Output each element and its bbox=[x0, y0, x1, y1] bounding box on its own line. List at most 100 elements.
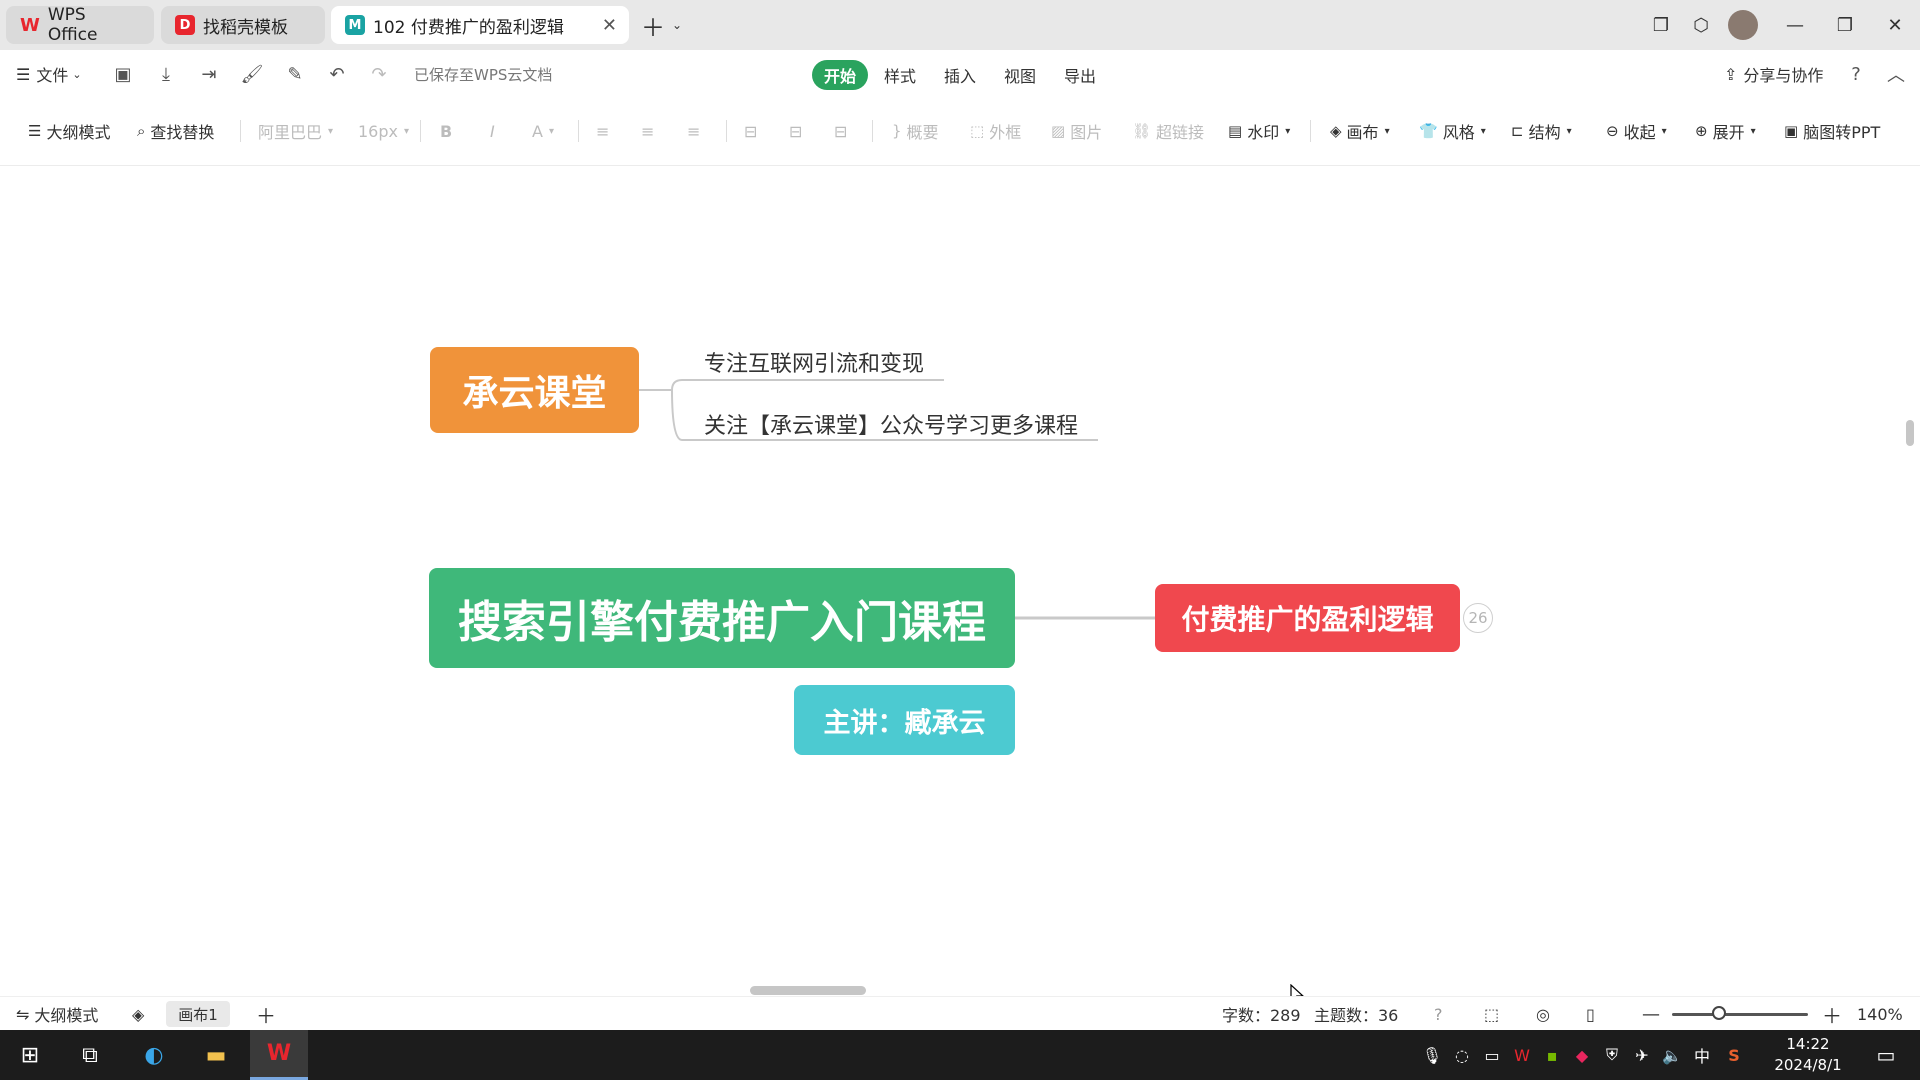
close-tab-icon[interactable]: ✕ bbox=[602, 15, 617, 36]
font-size-select[interactable]: 16px ▾ bbox=[358, 118, 409, 144]
font-size-value: 16px bbox=[358, 121, 398, 141]
security-shield-icon[interactable]: ⛨ bbox=[1600, 1030, 1624, 1080]
tray-app-icon[interactable]: ◌ bbox=[1450, 1030, 1474, 1080]
image-button[interactable]: ▨ 图片 bbox=[1051, 118, 1102, 144]
wps-taskbar-icon[interactable]: W bbox=[250, 1030, 308, 1080]
microphone-icon[interactable]: 🎙 bbox=[1420, 1030, 1444, 1080]
edge-browser-icon[interactable]: ◐ bbox=[128, 1030, 180, 1080]
undo-icon[interactable]: ↶ bbox=[325, 62, 349, 86]
mindmap-canvas[interactable]: 承云课堂 专注互联网引流和变现 关注【承云课堂】公众号学习更多课程 搜索引擎付费… bbox=[0, 166, 1920, 1005]
pen-icon[interactable]: ✎ bbox=[283, 62, 307, 86]
select-mode-icon[interactable]: ⬚ bbox=[1484, 997, 1499, 1031]
outline-mode-toggle[interactable]: ⇋ 大纲模式 bbox=[16, 997, 98, 1031]
save-icon[interactable]: ▣ bbox=[111, 62, 135, 86]
cube-icon[interactable]: ⬡ bbox=[1678, 0, 1724, 50]
collapse-button[interactable]: ⊖ 收起 ▾ bbox=[1606, 118, 1667, 144]
outline-mode-button[interactable]: ☰ 大纲模式 bbox=[28, 118, 110, 144]
find-replace-button[interactable]: ⌕ 查找替换 bbox=[137, 118, 214, 144]
help-icon[interactable]: ? bbox=[1844, 62, 1868, 86]
hyperlink-button[interactable]: ⛓ 超链接 bbox=[1132, 118, 1204, 144]
notification-icon[interactable]: ▭ bbox=[1866, 1030, 1906, 1080]
sheet-tab-canvas1[interactable]: 画布1 bbox=[166, 1001, 230, 1027]
locate-icon[interactable]: ◎ bbox=[1536, 997, 1550, 1031]
wps-tray-icon[interactable]: W bbox=[1510, 1030, 1534, 1080]
minimize-icon[interactable]: — bbox=[1772, 0, 1818, 50]
divider bbox=[1310, 120, 1311, 142]
parent-topic-icon[interactable]: ⊟ bbox=[834, 118, 847, 144]
file-explorer-icon[interactable]: ▬ bbox=[190, 1030, 242, 1080]
sogou-ime-icon[interactable]: S bbox=[1722, 1030, 1746, 1080]
avatar[interactable] bbox=[1720, 0, 1766, 50]
volume-icon[interactable]: 🔈 bbox=[1660, 1030, 1684, 1080]
ime-indicator[interactable]: 中 bbox=[1690, 1030, 1714, 1080]
tray-red-icon[interactable]: ◆ bbox=[1570, 1030, 1594, 1080]
sibling-topic-icon[interactable]: ⊟ bbox=[789, 118, 802, 144]
child-topic-icon[interactable]: ⊟ bbox=[744, 118, 757, 144]
zoom-in-icon[interactable]: ＋ bbox=[1822, 997, 1842, 1031]
task-view-icon[interactable]: ⧉ bbox=[64, 1030, 116, 1080]
structure-label: 结构 bbox=[1528, 123, 1561, 142]
tab-insert[interactable]: 插入 bbox=[932, 60, 988, 90]
network-icon[interactable]: ✈ bbox=[1630, 1030, 1654, 1080]
italic-button[interactable]: I bbox=[490, 118, 495, 144]
layers-icon[interactable]: ◈ bbox=[132, 997, 144, 1031]
zoom-out-icon[interactable]: — bbox=[1642, 997, 1660, 1031]
root-topic-node[interactable]: 搜索引擎付费推广入门课程 bbox=[429, 568, 1015, 668]
redo-icon[interactable]: ↷ bbox=[367, 62, 391, 86]
system-clock[interactable]: 14:22 2024/8/1 bbox=[1760, 1034, 1856, 1076]
windows-start-icon[interactable]: ⊞ bbox=[4, 1030, 56, 1080]
shirt-icon: 👕 bbox=[1419, 122, 1438, 140]
branch-topic-node[interactable]: 付费推广的盈利逻辑 bbox=[1155, 584, 1460, 652]
zoom-slider-handle[interactable] bbox=[1712, 1006, 1726, 1020]
frame-button[interactable]: ⬚ 外框 bbox=[970, 118, 1021, 144]
tab-export[interactable]: 导出 bbox=[1052, 60, 1108, 90]
file-menu[interactable]: ☰ 文件 ⌄ bbox=[16, 50, 82, 98]
display-icon[interactable]: ▭ bbox=[1480, 1030, 1504, 1080]
font-select[interactable]: 阿里巴巴 ▾ bbox=[258, 118, 333, 144]
zoom-slider[interactable] bbox=[1672, 1013, 1808, 1016]
tab-mindmap-doc[interactable]: M 102 付费推广的盈利逻辑 ✕ bbox=[331, 6, 629, 44]
canvas-button[interactable]: ◈ 画布 ▾ bbox=[1330, 118, 1390, 144]
structure-button[interactable]: ⊏ 结构 ▾ bbox=[1511, 118, 1572, 144]
tab-wps-office[interactable]: W WPS Office bbox=[6, 5, 154, 45]
find-replace-label: 查找替换 bbox=[150, 123, 215, 142]
expand-button[interactable]: ⊕ 展开 ▾ bbox=[1695, 118, 1756, 144]
mindmap-to-ppt-button[interactable]: ▣ 脑图转PPT bbox=[1784, 118, 1880, 144]
format-painter-icon[interactable]: 🖌 bbox=[240, 62, 264, 86]
restore-icon[interactable]: ❐ bbox=[1822, 0, 1868, 50]
close-window-icon[interactable]: ✕ bbox=[1872, 0, 1918, 50]
download-icon[interactable]: ⤓ bbox=[154, 62, 178, 86]
collapsed-count-badge[interactable]: 26 bbox=[1463, 603, 1493, 633]
align-right-icon[interactable]: ≡ bbox=[687, 118, 700, 144]
share-button[interactable]: ⇪ 分享与协作 bbox=[1724, 50, 1823, 98]
tab-start[interactable]: 开始 bbox=[812, 60, 869, 90]
style-button[interactable]: 👕 风格 ▾ bbox=[1419, 118, 1486, 144]
horizontal-scrollbar[interactable] bbox=[750, 986, 866, 995]
bold-button[interactable]: B bbox=[440, 118, 452, 144]
tab-view[interactable]: 视图 bbox=[992, 60, 1048, 90]
minus-circle-icon: ⊖ bbox=[1606, 122, 1619, 140]
export-icon[interactable]: ⇥ bbox=[197, 62, 221, 86]
zoom-level[interactable]: 140% bbox=[1857, 997, 1903, 1031]
map-view-icon[interactable]: ▯ bbox=[1586, 997, 1595, 1031]
tab-style[interactable]: 样式 bbox=[872, 60, 928, 90]
tab-find-template[interactable]: D 找稻壳模板 bbox=[161, 6, 325, 44]
brand-node[interactable]: 承云课堂 bbox=[430, 347, 639, 433]
brand-child-topic[interactable]: 关注【承云课堂】公众号学习更多课程 bbox=[704, 408, 1078, 440]
align-center-icon[interactable]: ≡ bbox=[641, 118, 654, 144]
nvidia-icon[interactable]: ▪ bbox=[1540, 1030, 1564, 1080]
brand-child-topic[interactable]: 专注互联网引流和变现 bbox=[704, 346, 924, 378]
align-left-icon[interactable]: ≡ bbox=[596, 118, 609, 144]
add-sheet-icon[interactable]: ＋ bbox=[256, 997, 276, 1031]
vertical-scrollbar[interactable] bbox=[1906, 420, 1914, 446]
tab-list-chevron-icon[interactable]: ⌄ bbox=[655, 0, 699, 50]
summary-button[interactable]: } 概要 bbox=[892, 118, 939, 144]
collapse-ribbon-icon[interactable]: ︿ bbox=[1884, 62, 1908, 86]
watermark-button[interactable]: ▤ 水印 ▾ bbox=[1228, 118, 1290, 144]
clock-date: 2024/8/1 bbox=[1774, 1056, 1842, 1074]
speaker-node[interactable]: 主讲：臧承云 bbox=[794, 685, 1015, 755]
help-circle-icon[interactable]: ? bbox=[1434, 997, 1443, 1031]
tab-label: 找稻壳模板 bbox=[203, 17, 288, 38]
font-color-button[interactable]: A ▾ bbox=[532, 118, 554, 144]
share-label: 分享与协作 bbox=[1743, 66, 1824, 85]
